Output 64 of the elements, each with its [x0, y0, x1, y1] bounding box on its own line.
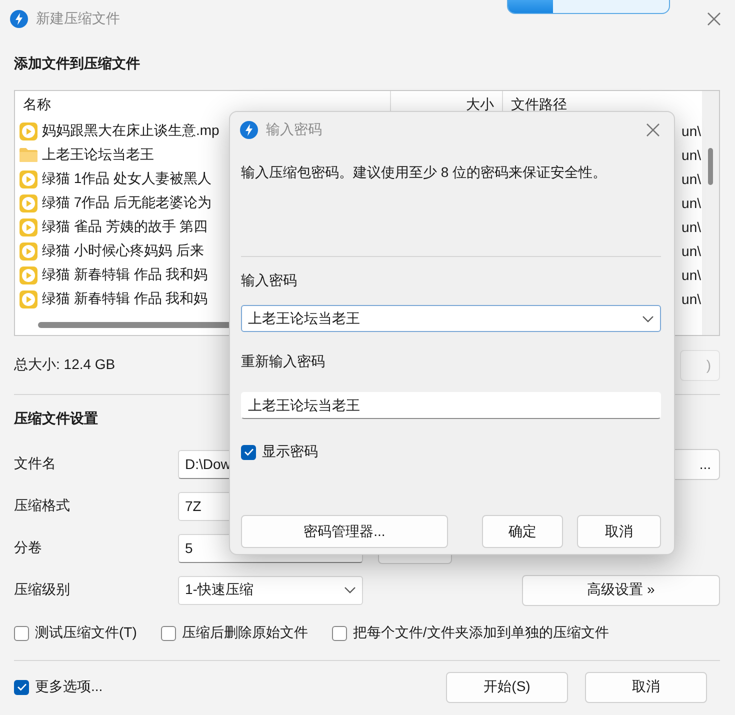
cancel-button[interactable]: 取消 [577, 515, 661, 548]
level-dropdown[interactable]: 1-快速压缩 [178, 576, 363, 604]
file-path: un\ [682, 219, 701, 235]
checkbox[interactable] [332, 626, 347, 640]
file-name: 绿猫 新春特辑 作品 我和妈 [42, 290, 208, 308]
file-path: un\ [682, 147, 701, 163]
field-label: 文件名 [14, 455, 57, 473]
cancel-button[interactable]: 取消 [585, 672, 707, 702]
section-title: 压缩文件设置 [14, 410, 98, 428]
file-path: un\ [682, 195, 701, 211]
folder-icon [19, 147, 38, 163]
chevron-down-icon [344, 586, 356, 594]
file-name: 绿猫 新春特辑 作品 我和妈 [42, 266, 208, 284]
close-icon[interactable] [707, 12, 721, 26]
password-manager-button[interactable]: 密码管理器... [241, 515, 448, 548]
file-name: 绿猫 1作品 处女人妻被黑人 [42, 170, 212, 188]
checkbox-label: 测试压缩文件(T) [35, 624, 137, 642]
play-file-icon [19, 218, 38, 236]
file-path: un\ [682, 171, 701, 187]
checkbox[interactable] [14, 626, 29, 640]
file-path: un\ [682, 243, 701, 259]
play-file-icon [19, 290, 38, 308]
file-name: 上老王论坛当老王 [42, 146, 154, 164]
app-logo-icon [10, 10, 28, 28]
field-label: 分卷 [14, 539, 43, 557]
checkbox-label: 把每个文件/文件夹添加到单独的压缩文件 [352, 624, 609, 642]
checkbox[interactable] [160, 626, 176, 640]
checkmark-icon [244, 448, 254, 456]
ok-button[interactable]: 确定 [482, 515, 564, 548]
field-label: 压缩格式 [14, 497, 71, 515]
dialog-description: 输入压缩包密码。建议使用至少 8 位的密码来保证安全性。 [241, 164, 607, 182]
checkbox[interactable] [14, 680, 29, 694]
scrollbar[interactable] [702, 91, 719, 335]
checkbox-label: 显示密码 [262, 443, 318, 461]
app-logo-icon [240, 121, 258, 139]
field-label: 重新输入密码 [241, 353, 325, 371]
confirm-password-field[interactable]: 上老王论坛当老王 [241, 392, 661, 419]
total-size: 总大小: 12.4 GB [14, 356, 116, 374]
password-field[interactable]: 上老王论坛当老王 [241, 305, 661, 332]
start-button[interactable]: 开始(S) [446, 672, 568, 702]
checkbox[interactable] [241, 444, 256, 460]
file-path: un\ [682, 267, 701, 283]
field-label: 压缩级别 [14, 581, 71, 599]
dialog-title: 输入密码 [266, 121, 322, 139]
file-path: un\ [682, 291, 701, 307]
file-name: 妈妈跟黑大在床止谈生意.mp [42, 122, 220, 140]
close-icon[interactable] [646, 123, 660, 137]
file-name: 绿猫 小时候心疼妈妈 后来 [42, 242, 204, 260]
play-file-icon [19, 194, 38, 212]
file-name: 绿猫 7作品 后无能老婆论为 [42, 194, 212, 212]
field-label: 输入密码 [241, 272, 297, 290]
play-file-icon [19, 242, 38, 260]
play-file-icon [19, 122, 38, 140]
window-title: 新建压缩文件 [36, 10, 120, 28]
file-name: 绿猫 雀品 芳姨的故手 第四 [42, 218, 208, 236]
file-path: un\ [682, 123, 701, 139]
chevron-down-icon [642, 314, 654, 322]
advanced-settings-button[interactable]: 高级设置 » [522, 574, 720, 606]
section-title: 添加文件到压缩文件 [14, 55, 140, 73]
play-file-icon [19, 266, 38, 284]
checkbox-label: 压缩后删除原始文件 [182, 624, 308, 642]
checkbox-label: 更多选项... [35, 678, 103, 696]
play-file-icon [19, 170, 38, 188]
checkmark-icon [16, 683, 26, 691]
